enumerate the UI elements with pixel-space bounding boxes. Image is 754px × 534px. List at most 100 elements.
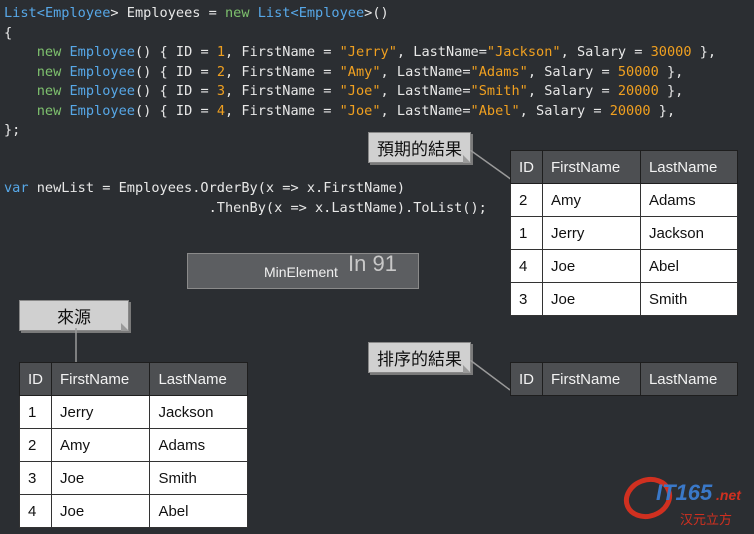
code-token: new xyxy=(36,83,70,99)
code-token: Employee xyxy=(69,83,135,99)
table-row: 3 Joe Smith xyxy=(510,282,739,316)
cell-lastname: Jackson xyxy=(149,395,248,429)
callout-connector xyxy=(75,328,77,362)
cell-lastname: Smith xyxy=(639,282,739,316)
cell-id: 4 xyxy=(19,494,52,528)
min-element-number: In 91 xyxy=(348,251,397,276)
cell-firstname: Amy xyxy=(50,428,151,462)
column-header-firstname: FirstName xyxy=(50,362,151,396)
code-token: >() xyxy=(364,5,389,21)
code-employee-line: new Employee() { ID = 2, FirstName = "Am… xyxy=(4,63,684,83)
code-token: "Smith" xyxy=(470,83,528,99)
code-token: , FirstName = xyxy=(225,83,340,99)
code-token: , FirstName = xyxy=(225,102,340,119)
code-token: , LastName= xyxy=(380,63,471,80)
column-header-id: ID xyxy=(510,362,543,396)
table-row: 1 Jerry Jackson xyxy=(19,395,248,429)
code-token: , Salary = xyxy=(527,63,618,80)
table-row: 4 Joe Abel xyxy=(510,249,739,283)
code-token: 2 xyxy=(216,63,226,80)
code-token: "Amy" xyxy=(339,63,381,80)
code-token: Employee xyxy=(44,5,111,21)
code-token: 1 xyxy=(216,44,226,60)
cell-id: 2 xyxy=(19,428,52,462)
cell-firstname: Jerry xyxy=(50,395,151,429)
code-brace-open: { xyxy=(4,24,13,41)
code-token: new xyxy=(225,5,258,21)
table-header-row: ID FirstName LastName xyxy=(19,362,248,396)
min-element-bar: MinElement In 91 xyxy=(187,251,419,289)
code-token: 3 xyxy=(216,83,226,99)
cell-lastname: Jackson xyxy=(639,216,739,250)
code-token: "Adams" xyxy=(470,63,528,80)
code-token: , LastName= xyxy=(396,44,487,60)
table-header-row: ID FirstName LastName xyxy=(510,150,739,184)
code-token: 20000 xyxy=(617,83,659,99)
table-header-row: ID FirstName LastName xyxy=(510,362,739,396)
code-brace-close: }; xyxy=(4,122,21,138)
column-header-firstname: FirstName xyxy=(542,362,641,396)
cell-id: 1 xyxy=(19,395,52,429)
code-token: Employee xyxy=(69,63,135,80)
cell-firstname: Joe xyxy=(542,249,641,283)
min-element-label: MinElement xyxy=(264,264,338,280)
code-token: }, xyxy=(650,102,676,119)
cell-lastname: Smith xyxy=(149,461,248,495)
svg-text:汉元立方: 汉元立方 xyxy=(680,512,732,528)
table-row: 3 Joe Smith xyxy=(19,461,248,495)
column-header-firstname: FirstName xyxy=(542,150,641,184)
code-token: new xyxy=(36,63,70,80)
column-header-id: ID xyxy=(510,150,543,184)
cell-id: 2 xyxy=(510,183,543,217)
cell-id: 3 xyxy=(19,461,52,495)
code-token: < xyxy=(36,5,45,21)
code-employee-line: new Employee() { ID = 4, FirstName = "Jo… xyxy=(4,102,675,122)
code-token: Employee xyxy=(69,44,135,60)
code-token: , Salary = xyxy=(560,44,651,60)
callout-sorted: 排序的結果 xyxy=(368,342,471,373)
code-employee-line: new Employee() { ID = 3, FirstName = "Jo… xyxy=(4,82,684,102)
svg-text:IT165: IT165 xyxy=(656,480,713,505)
code-token: Employee xyxy=(69,102,135,119)
table-row: 4 Joe Abel xyxy=(19,494,248,528)
cell-id: 4 xyxy=(510,249,543,283)
cell-lastname: Abel xyxy=(149,494,248,528)
cell-firstname: Amy xyxy=(542,183,641,217)
code-token: List xyxy=(257,5,291,21)
code-token: , Salary = xyxy=(527,83,618,99)
cell-firstname: Jerry xyxy=(542,216,641,250)
table-row: 2 Amy Adams xyxy=(19,428,248,462)
code-token: , FirstName = xyxy=(225,63,340,80)
callout-expected: 預期的結果 xyxy=(368,132,471,163)
code-token: var xyxy=(4,180,29,196)
code-token: "Jerry" xyxy=(339,44,397,60)
code-token: "Joe" xyxy=(339,83,381,99)
it165-logo: IT165 .net 汉元立方 xyxy=(623,476,742,528)
code-token: }, xyxy=(691,44,717,60)
code-token: , FirstName = xyxy=(225,44,340,60)
code-declaration: List<Employee> Employees = new List<Empl… xyxy=(4,4,389,24)
code-var-line: var newList = Employees.OrderBy(x => x.F… xyxy=(4,179,405,199)
cell-lastname: Adams xyxy=(639,183,739,217)
code-token: 20000 xyxy=(609,102,651,119)
column-header-lastname: LastName xyxy=(639,362,739,396)
code-token: > Employees = xyxy=(110,5,225,21)
cell-id: 1 xyxy=(510,216,543,250)
table-row: 1 Jerry Jackson xyxy=(510,216,739,250)
column-header-id: ID xyxy=(19,362,52,396)
callout-fold xyxy=(121,323,129,331)
callout-source: 來源 xyxy=(19,300,129,331)
cell-lastname: Abel xyxy=(639,249,739,283)
code-token: Employee xyxy=(298,5,365,21)
table-row: 2 Amy Adams xyxy=(510,183,739,217)
code-token: "Abel" xyxy=(470,102,520,119)
code-token: "Jackson" xyxy=(486,44,561,60)
cell-id: 3 xyxy=(510,282,543,316)
callout-label: 預期的結果 xyxy=(377,140,462,159)
callout-label: 排序的結果 xyxy=(377,350,462,369)
code-token: List xyxy=(4,5,37,21)
cell-firstname: Joe xyxy=(542,282,641,316)
